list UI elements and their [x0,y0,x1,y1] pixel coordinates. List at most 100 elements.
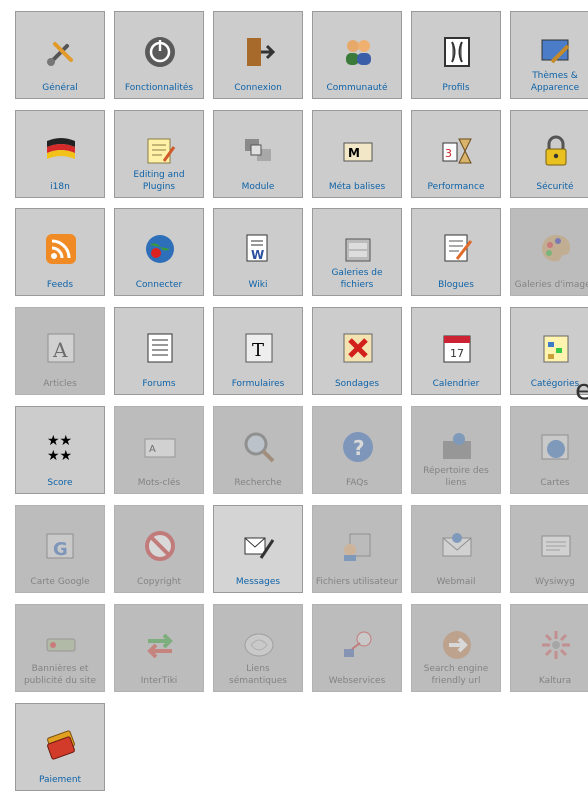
admin-tile-sondages[interactable]: Sondages [312,307,402,395]
admin-tile-securite[interactable]: Sécurité [510,110,588,198]
admin-tile-i18n[interactable]: i18n [15,110,105,198]
admin-tile-blogues[interactable]: Blogues [411,208,501,296]
blog-icon [439,231,475,267]
tile-label: Recherche [234,478,282,488]
tile-label: Bannières et publicité du site [23,664,97,686]
kaltura-icon [538,627,574,663]
tile-label: FAQs [345,478,369,488]
admin-tile-formulaires[interactable]: T Formulaires [213,307,303,395]
map-icon [538,429,574,465]
question-icon: ? [340,429,376,465]
tile-label: Fonctionnalités [124,83,194,93]
tile-label: Paiement [38,775,82,785]
svg-text:?: ? [353,436,365,460]
tile-label: Communauté [326,83,388,93]
tile-label: Score [47,478,73,488]
admin-tile-editing-and-plugins[interactable]: Editing and Plugins [114,110,204,198]
svg-text:3: 3 [445,147,452,160]
admin-tile-wiki[interactable]: W Wiki [213,208,303,296]
svg-text:A: A [52,338,68,362]
admin-tile-feeds[interactable]: Feeds [15,208,105,296]
svg-text:M: M [348,146,360,160]
admin-tile-themes-apparence[interactable]: Thèmes & Apparence [510,11,588,99]
admin-tile-meta-balises[interactable]: M Méta balises [312,110,402,198]
admin-tile-general[interactable]: Général [15,11,105,99]
svg-text:T: T [252,340,264,361]
tile-label: Wysiwyg [535,577,575,587]
svg-text:★★: ★★ [47,433,72,449]
tile-label: Performance [427,182,485,192]
tile-label: Copyright [137,577,181,587]
tile-label: Profils [442,83,470,93]
tile-label: Module [241,182,275,192]
admin-tile-galeries-de-fichiers[interactable]: Galeries de fichiers [312,208,402,296]
meta-tags-icon: M [340,133,376,169]
admin-tile-performance[interactable]: 3 Performance [411,110,501,198]
admin-tile-paiement[interactable]: Paiement [15,703,105,791]
admin-tile-calendrier[interactable]: 17 Calendrier [411,307,501,395]
categories-icon [538,330,574,366]
tile-label: Liens sémantiques [229,664,287,686]
connect-globe-icon [142,231,178,267]
svg-text:17: 17 [450,347,464,360]
admin-icon-grid: Général Fonctionnalités Connexion Communaut… [0,0,588,797]
tile-label: Feeds [46,280,74,290]
tile-label: Connecter [135,280,183,290]
tile-label: Calendrier [432,379,480,389]
poll-icon [340,330,376,366]
directory-icon [439,429,475,465]
admin-tile-webservices: Webservices [312,604,402,692]
admin-tile-mots-cles: A Mots-clés [114,406,204,494]
admin-tile-intertiki: InterTiki [114,604,204,692]
admin-tile-recherche: Recherche [213,406,303,494]
webservices-icon [340,627,376,663]
wiki-icon: W [241,231,277,267]
rss-icon [43,231,79,267]
partial-background-text: e [575,373,588,406]
admin-tile-connecter[interactable]: Connecter [114,208,204,296]
tile-label: Répertoire des liens [423,466,489,488]
tile-label: Wiki [248,280,268,290]
door-login-icon [241,34,277,70]
admin-tile-module[interactable]: Module [213,110,303,198]
tile-label: i18n [50,182,70,192]
webmail-icon [439,528,475,564]
padlock-icon [538,133,574,169]
svg-text:★★: ★★ [47,448,72,464]
banner-icon [43,627,79,663]
admin-tile-messages[interactable]: Messages [213,505,303,593]
admin-tile-forums[interactable]: Forums [114,307,204,395]
admin-tile-connexion[interactable]: Connexion [213,11,303,99]
seo-arrow-icon [439,627,475,663]
svg-text:G: G [53,539,68,560]
forum-icon [142,330,178,366]
admin-tile-faqs: ? FAQs [312,406,402,494]
palette-icon [538,231,574,267]
admin-tile-communaute[interactable]: Communauté [312,11,402,99]
admin-tile-fichiers-utilisateur: Fichiers utilisateur [312,505,402,593]
tile-label: Galeries d'images [514,280,588,290]
tile-label: Blogues [438,280,474,290]
hourglass-icon: 3 [439,133,475,169]
keyword-card-icon: A [142,429,178,465]
admin-tile-score[interactable]: ★★ ★★ Score [15,406,105,494]
admin-tile-galeries-d-images: Galeries d'images [510,208,588,296]
tile-label: Méta balises [328,182,386,192]
tile-label: Forums [142,379,176,389]
admin-tile-fonctionnalites[interactable]: Fonctionnalités [114,11,204,99]
tile-label: Cartes [540,478,570,488]
admin-tile-profils[interactable]: Profils [411,11,501,99]
profiles-icon [439,34,475,70]
payment-card-icon [43,726,79,762]
admin-tile-webmail: Webmail [411,505,501,593]
tools-icon [43,34,79,70]
no-sign-icon [142,528,178,564]
admin-tile-copyright: Copyright [114,505,204,593]
file-cabinet-icon [340,231,376,267]
tile-label: Webservices [328,676,386,686]
tile-label: Kaltura [538,676,572,686]
admin-tile-wysiwyg: Wysiwyg [510,505,588,593]
admin-tile-cartes: Cartes [510,406,588,494]
tile-label: Formulaires [231,379,285,389]
tile-label: Sécurité [536,182,574,192]
